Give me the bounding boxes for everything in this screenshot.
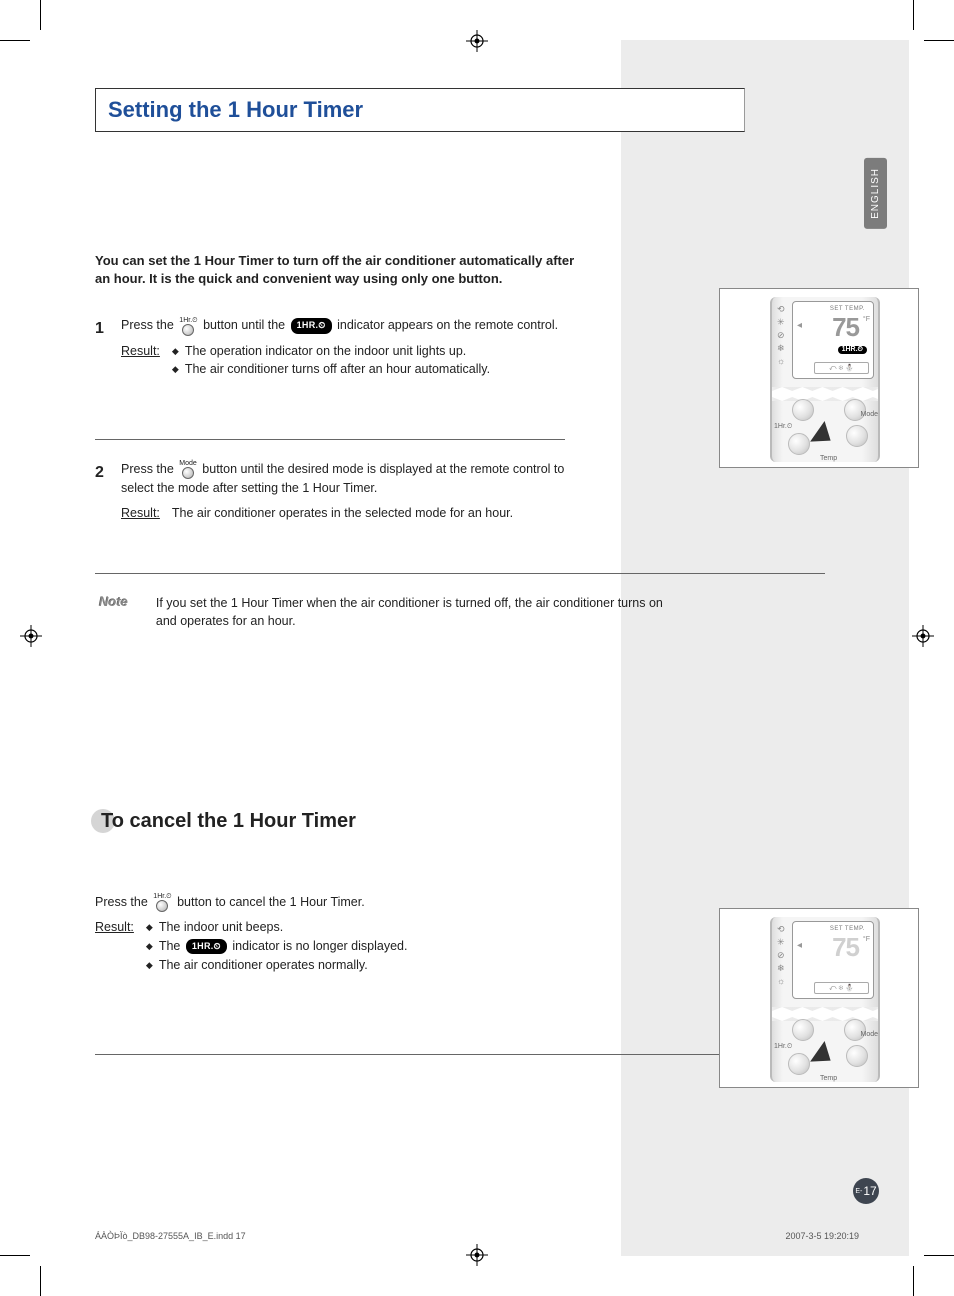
note-label: Note (95, 594, 128, 630)
remote-illustration: ⟲✳⊘❄☼ SET TEMP. ◂ 75 1HR.⏲ ⤺ ❄ ⛄ 1Hr.⏲ (719, 288, 919, 468)
mode-icons: ⟲✳⊘❄☼ (777, 925, 785, 986)
step-number: 1 (95, 316, 121, 379)
note-text: If you set the 1 Hour Timer when the air… (156, 594, 670, 630)
result-label: Result: (95, 918, 134, 974)
note: Note If you set the 1 Hour Timer when th… (95, 594, 670, 630)
step-number: 2 (95, 460, 121, 523)
btn-label: Temp (820, 1075, 837, 1082)
step-text: indicator appears on the remote control. (337, 318, 558, 332)
result-bullets: The indoor unit beeps. The 1HR.⏲ indicat… (146, 918, 408, 974)
footer-file: ÁÀÒÞÏò_DB98-27555A_IB_E.indd 17 (95, 1231, 246, 1241)
page-number: E-17 (853, 1178, 879, 1204)
remote-button (792, 399, 814, 421)
onehr-button-icon: 1Hr.⏲ (153, 893, 171, 912)
btn-label: 1Hr.⏲ (774, 1043, 792, 1051)
mode-button-icon: Mode (179, 460, 197, 479)
section-title-box: Setting the 1 Hour Timer (95, 88, 745, 132)
subsection-title: To cancel the 1 Hour Timer (95, 810, 859, 833)
footer-timestamp: 2007-3-5 19:20:19 (785, 1231, 859, 1241)
remote-button-mode (846, 1045, 868, 1067)
section-title: Setting the 1 Hour Timer (108, 97, 732, 123)
btn-label: Temp (820, 455, 837, 462)
intro-text: You can set the 1 Hour Timer to turn off… (95, 252, 575, 288)
cancel-text: Press the (95, 895, 148, 909)
step-text: Press the (121, 318, 174, 332)
onehr-indicator-icon: 1HR.⏲ (186, 939, 227, 955)
onehr-button-icon: 1Hr.⏲ (179, 317, 197, 336)
step-2: 2 Press the Mode button until the desire… (95, 460, 565, 533)
step-text: Press the (121, 462, 174, 476)
pointer-arrow-icon (810, 421, 838, 451)
result-text: The air conditioner operates in the sele… (172, 504, 513, 523)
divider (95, 573, 825, 574)
cancel-block: Press the 1Hr.⏲ button to cancel the 1 H… (95, 893, 565, 974)
onehr-indicator-icon: 1HR.⏲ (291, 318, 332, 334)
btn-label: 1Hr.⏲ (774, 423, 792, 431)
remote-button-mode (846, 425, 868, 447)
remote-button-onehr (788, 1053, 810, 1075)
btn-label: Mode (860, 1031, 878, 1038)
footer: ÁÀÒÞÏò_DB98-27555A_IB_E.indd 17 2007-3-5… (95, 1231, 859, 1241)
registration-mark-icon (20, 625, 42, 647)
cancel-text: button to cancel the 1 Hour Timer. (177, 895, 365, 909)
remote-button (792, 1019, 814, 1041)
result-label: Result: (121, 504, 160, 523)
pointer-arrow-icon (810, 1041, 838, 1071)
temp-value: 75 (832, 932, 859, 963)
remote-button-onehr (788, 433, 810, 455)
mode-icons: ⟲✳⊘❄☼ (777, 305, 785, 366)
btn-label: Mode (860, 411, 878, 418)
step-text: button until the (203, 318, 285, 332)
result-label: Result: (121, 342, 160, 380)
step-1: 1 Press the 1Hr.⏲ button until the 1HR.⏲… (95, 316, 565, 440)
subsection-title-wrap: To cancel the 1 Hour Timer (95, 810, 859, 833)
onehr-indicator-icon: 1HR.⏲ (838, 346, 867, 354)
remote-illustration: ⟲✳⊘❄☼ SET TEMP. ◂ 75 ⤺ ❄ ⛄ 1Hr.⏲ Mode (719, 908, 919, 1088)
page: ENGLISH Setting the 1 Hour Timer You can… (45, 40, 909, 1256)
result-bullets: The operation indicator on the indoor un… (172, 342, 490, 380)
temp-value: 75 (832, 312, 859, 343)
divider (95, 1054, 825, 1055)
registration-mark-icon (912, 625, 934, 647)
